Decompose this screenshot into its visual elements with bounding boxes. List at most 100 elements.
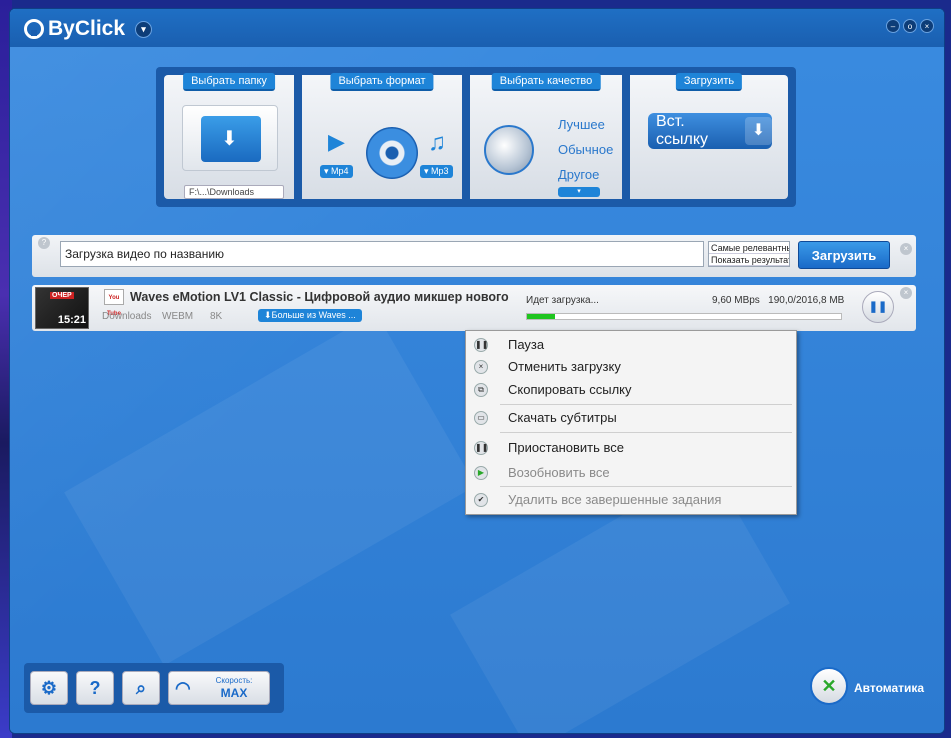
maximize-button[interactable]: o xyxy=(903,19,917,33)
format-panel-label: Выбрать формат xyxy=(330,73,434,91)
audio-format-dropdown[interactable]: ▾ Mp3 xyxy=(420,165,453,178)
menu-item-label: Скачать субтитры xyxy=(508,410,617,425)
sort-select[interactable]: Самые релевантны Показать результат xyxy=(708,241,790,267)
speed-label: Скорость: xyxy=(215,676,253,685)
audio-format-value: Mp3 xyxy=(431,166,449,176)
sort-option[interactable]: Самые релевантны xyxy=(709,242,789,254)
remove-download-icon[interactable]: × xyxy=(900,287,912,299)
auto-mode-button[interactable]: ✕ xyxy=(810,667,848,705)
sort-option[interactable]: Показать результат xyxy=(709,254,789,266)
video-format-value: Mp4 xyxy=(331,166,349,176)
menu-separator xyxy=(500,432,792,433)
folder-panel-label: Выбрать папку xyxy=(183,73,275,91)
menu-separator xyxy=(500,404,792,405)
menu-item-cancel[interactable]: × Отменить загрузку xyxy=(466,356,796,378)
quality-knob-icon[interactable] xyxy=(484,125,534,175)
quality-option-best[interactable]: Лучшее xyxy=(558,117,605,132)
settings-button[interactable]: ⚙ xyxy=(30,671,68,705)
cancel-icon: × xyxy=(474,360,488,374)
menu-item-label: Возобновить все xyxy=(508,465,610,480)
video-play-icon: ▶ xyxy=(328,129,345,154)
menu-item-resume-all[interactable]: ▶ Возобновить все xyxy=(466,462,796,484)
download-speed: 9,60 MBps xyxy=(712,295,760,306)
context-menu: ❚❚ Пауза × Отменить загрузку ⧉ Скопировать … xyxy=(465,330,797,515)
speed-value: MAX xyxy=(220,686,248,700)
help-icon[interactable]: ? xyxy=(38,237,50,249)
pause-all-icon: ❚❚ xyxy=(474,441,488,455)
menu-item-label: Приостановить все xyxy=(508,440,625,455)
folder-download-icon xyxy=(201,116,261,162)
quality-option-other[interactable]: Другое xyxy=(558,167,599,182)
folder-button[interactable] xyxy=(182,105,278,171)
search-input[interactable]: Загрузка видео по названию xyxy=(60,241,704,267)
window-controls: – o × xyxy=(886,19,934,33)
search-button[interactable]: ⌕ xyxy=(122,671,160,705)
help-button[interactable]: ? xyxy=(76,671,114,705)
app-logo: ByClick ▾ xyxy=(24,17,153,41)
close-search-icon[interactable]: × xyxy=(900,243,912,255)
download-quality: 8K xyxy=(210,311,223,322)
main-toolbar: Выбрать папку F:\...\Downloads Выбрать ф… xyxy=(156,67,796,207)
subtitles-icon: ▭ xyxy=(474,411,488,425)
download-status: Идет загрузка... xyxy=(526,295,599,306)
video-format-dropdown[interactable]: ▾ Mp4 xyxy=(320,165,353,178)
pause-download-button[interactable]: ❚❚ xyxy=(862,291,894,323)
thumbnail-caption: ОЧЕР xyxy=(50,292,74,299)
menu-item-label: Отменить загрузку xyxy=(508,359,621,374)
minimize-button[interactable]: – xyxy=(886,19,900,33)
youtube-icon: You Tube xyxy=(104,289,124,317)
search-download-button[interactable]: Загрузить xyxy=(798,241,890,269)
title-bar: ByClick ▾ – o × xyxy=(10,9,944,47)
speed-button[interactable]: ◠ Скорость: MAX xyxy=(168,671,270,705)
more-from-channel-label: Больше из Waves ... xyxy=(271,310,356,320)
app-title: ByClick xyxy=(48,17,126,40)
close-button[interactable]: × xyxy=(920,19,934,33)
download-panel-label: Загрузить xyxy=(675,73,743,91)
quality-panel: Выбрать качество Лучшее Обычное Другое ▾ xyxy=(470,73,622,199)
download-size: 190,0/2016,8 MB xyxy=(768,295,845,306)
video-thumbnail: ОЧЕР 15:21 xyxy=(35,287,89,329)
quality-panel-label: Выбрать качество xyxy=(491,73,601,91)
music-note-icon: ♫ xyxy=(428,129,446,156)
progress-fill xyxy=(527,314,556,319)
bottom-toolbar: ⚙ ? ⌕ ◠ Скорость: MAX xyxy=(24,663,284,713)
auto-mode-label: Автоматика xyxy=(854,681,925,695)
gear-icon: ⚙ xyxy=(40,678,58,698)
app-menu-button[interactable]: ▾ xyxy=(135,20,153,38)
paste-link-button[interactable]: Вст. ссылку ⬇ xyxy=(648,113,772,149)
folder-panel[interactable]: Выбрать папку F:\...\Downloads xyxy=(164,73,294,199)
question-icon: ? xyxy=(89,678,101,698)
satellite-icon: ✕ xyxy=(821,676,837,696)
format-disc-icon[interactable] xyxy=(366,127,418,179)
remove-completed-icon: ✔ xyxy=(474,493,488,507)
paste-link-label: Вст. ссылку xyxy=(656,113,709,148)
download-panel: Загрузить Вст. ссылку ⬇ xyxy=(630,73,788,199)
more-from-channel-button[interactable]: ⬇Больше из Waves ... xyxy=(258,309,362,322)
format-panel: Выбрать формат ▶ ♫ ▾ Mp4 ▾ Mp3 xyxy=(302,73,462,199)
menu-item-subtitles[interactable]: ▭ Скачать субтитры xyxy=(466,407,796,429)
menu-item-label: Удалить все завершенные задания xyxy=(508,492,722,507)
menu-item-copy-link[interactable]: ⧉ Скопировать ссылку xyxy=(466,379,796,401)
download-title: Waves eMotion LV1 Classic - Цифровой ауд… xyxy=(130,290,510,304)
download-format: WEBM xyxy=(162,311,194,322)
pause-icon: ❚❚ xyxy=(474,338,488,352)
resume-all-icon: ▶ xyxy=(474,466,488,480)
copy-icon: ⧉ xyxy=(474,383,488,397)
quality-option-normal[interactable]: Обычное xyxy=(558,142,613,157)
search-bar: ? Загрузка видео по названию Самые релев… xyxy=(32,235,916,277)
video-duration: 15:21 xyxy=(57,314,86,326)
download-speed-size: 9,60 MBps 190,0/2016,8 MB xyxy=(712,295,844,306)
menu-item-label: Пауза xyxy=(508,337,545,352)
quality-dropdown[interactable]: ▾ xyxy=(558,187,600,197)
download-arrow-icon: ⬇ xyxy=(744,117,772,145)
folder-path: F:\...\Downloads xyxy=(184,185,284,199)
logo-icon xyxy=(24,19,44,39)
menu-separator xyxy=(500,486,792,487)
download-row[interactable]: ОЧЕР 15:21 You Tube Waves eMotion LV1 Cl… xyxy=(32,285,916,331)
menu-item-pause-all[interactable]: ❚❚ Приостановить все xyxy=(466,437,796,459)
menu-item-remove-completed[interactable]: ✔ Удалить все завершенные задания xyxy=(466,489,796,511)
magnifier-icon: ⌕ xyxy=(135,678,147,698)
download-folder: Downloads xyxy=(102,311,152,322)
menu-item-label: Скопировать ссылку xyxy=(508,382,632,397)
menu-item-pause[interactable]: ❚❚ Пауза xyxy=(466,334,796,356)
